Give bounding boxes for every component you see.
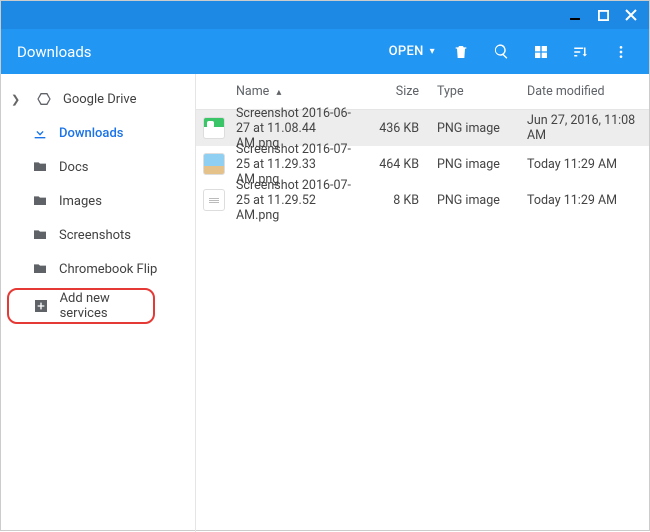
file-size: 436 KB [361,121,429,136]
sidebar-item-chromebook-flip[interactable]: Chromebook Flip [1,252,195,286]
delete-button[interactable] [441,29,481,74]
column-header-date[interactable]: Date modified [519,84,649,99]
file-thumbnail-icon [203,189,225,211]
sidebar-item-label: Docs [59,160,88,175]
sidebar-item-add-new-services[interactable]: Add new services [9,290,153,322]
file-size: 464 KB [361,157,429,172]
close-button[interactable] [617,1,645,29]
minimize-button[interactable] [561,1,589,29]
sidebar-item-downloads[interactable]: Downloads [1,116,195,150]
chevron-down-icon: ▾ [430,46,435,57]
sidebar-item-google-drive[interactable]: ❯ Google Drive [1,82,195,116]
folder-icon [31,260,49,278]
more-button[interactable] [601,29,641,74]
sidebar-item-label: Images [59,194,102,209]
content-area: ❯ Google Drive Downloads Docs Images [1,74,649,532]
view-toggle-button[interactable] [521,29,561,74]
file-type: PNG image [429,157,519,172]
search-button[interactable] [481,29,521,74]
sidebar-item-screenshots[interactable]: Screenshots [1,218,195,252]
more-vert-icon [613,44,629,60]
sidebar-item-label: Google Drive [63,92,136,107]
google-drive-icon [35,90,53,108]
column-header-size[interactable]: Size [361,84,429,99]
sort-button[interactable] [561,29,601,74]
sort-az-icon [572,43,590,61]
open-button-label: OPEN [389,44,424,59]
file-date: Jun 27, 2016, 11:08 AM [519,113,649,143]
file-list: Name ▴ Size Type Date modified Screensho… [196,74,649,532]
annotation-highlight: Add new services [7,288,155,324]
toolbar: Downloads OPEN ▾ [1,29,649,74]
open-button[interactable]: OPEN ▾ [383,34,441,70]
sidebar-item-label: Screenshots [59,228,131,243]
file-size: 8 KB [361,193,429,208]
page-title: Downloads [17,43,92,61]
maximize-button[interactable] [589,1,617,29]
column-header-type[interactable]: Type [429,84,519,99]
sidebar-item-images[interactable]: Images [1,184,195,218]
folder-icon [31,226,49,244]
file-thumbnail-icon [203,117,225,139]
sidebar-item-docs[interactable]: Docs [1,150,195,184]
file-type: PNG image [429,121,519,136]
file-date: Today 11:29 AM [519,193,649,208]
folder-icon [31,192,49,210]
download-icon [31,124,49,142]
sidebar-item-label: Downloads [59,126,123,141]
file-date: Today 11:29 AM [519,157,649,172]
grid-icon [533,44,549,60]
file-name: Screenshot 2016-07-25 at 11.29.52 AM.png [232,178,361,223]
file-type: PNG image [429,193,519,208]
trash-icon [453,44,469,60]
sidebar-item-label: Add new services [60,291,153,321]
search-icon [493,43,510,60]
file-row[interactable]: Screenshot 2016-07-25 at 11.29.52 AM.png… [196,182,649,218]
chevron-right-icon: ❯ [11,93,23,106]
file-thumbnail-icon [203,153,225,175]
column-header-name[interactable]: Name ▴ [196,84,361,99]
add-box-icon [33,297,50,315]
sidebar-item-label: Chromebook Flip [59,262,157,277]
sort-asc-icon: ▴ [276,87,281,98]
window-titlebar [1,1,649,29]
folder-icon [31,158,49,176]
sidebar: ❯ Google Drive Downloads Docs Images [1,74,196,532]
